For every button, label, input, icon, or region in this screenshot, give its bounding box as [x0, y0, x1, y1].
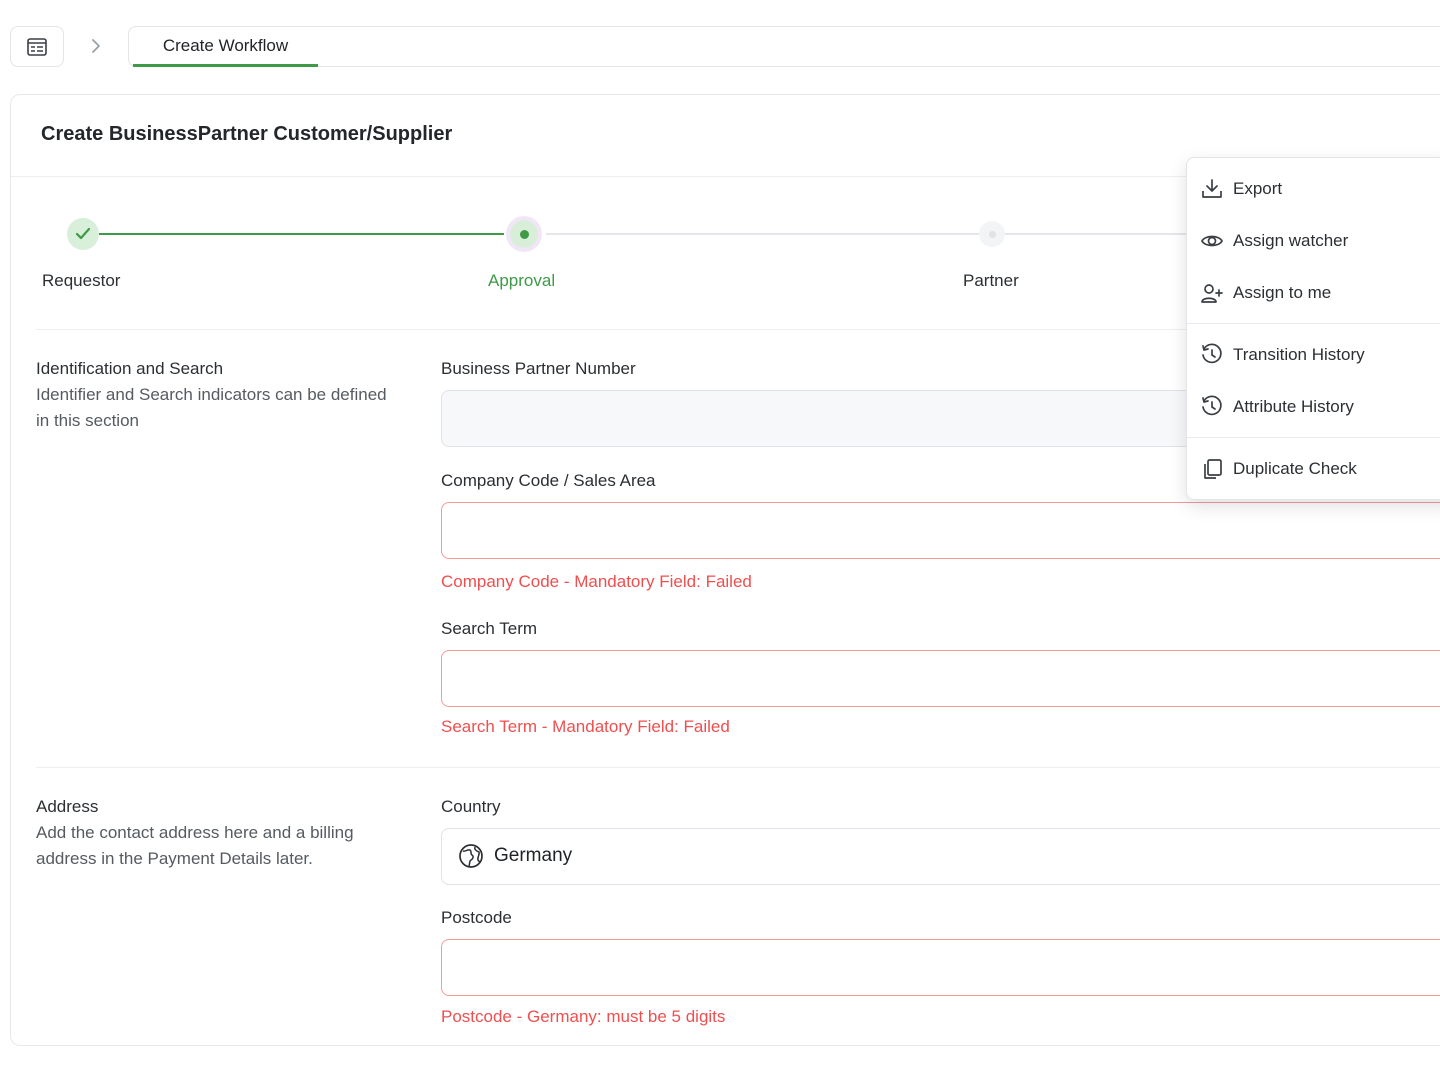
- postcode-error: Postcode - Germany: must be 5 digits: [441, 1007, 726, 1026]
- step-label-partner: Partner: [963, 271, 1019, 290]
- pending-dot: [988, 230, 996, 238]
- section-description-address: Add the contact address here and a billi…: [36, 823, 354, 868]
- search-term-input[interactable]: [441, 650, 1440, 707]
- history-icon: [1199, 394, 1225, 420]
- chevron-right-icon: [86, 34, 106, 58]
- menu-item-export[interactable]: Export: [1187, 169, 1440, 209]
- workflow-list-button[interactable]: [10, 26, 64, 67]
- step-label-approval: Approval: [488, 271, 556, 290]
- copy-icon: [1199, 456, 1225, 482]
- country-label: Country: [441, 797, 501, 816]
- globe-icon: [459, 844, 483, 868]
- search-term-label: Search Term: [441, 619, 538, 638]
- postcode-input[interactable]: [441, 939, 1440, 996]
- section-description-identification: Identifier and Search indicators can be …: [36, 385, 387, 430]
- menu-item-label: Export: [1233, 179, 1283, 198]
- country-select[interactable]: Germany: [441, 828, 1440, 885]
- stepper-line-complete: [99, 233, 504, 235]
- search-term-error: Search Term - Mandatory Field: Failed: [441, 717, 730, 736]
- menu-item-assign-watcher[interactable]: Assign watcher: [1187, 221, 1440, 261]
- user-plus-icon: [1199, 280, 1225, 306]
- menu-item-label: Duplicate Check: [1233, 459, 1357, 478]
- active-dot: [519, 229, 529, 239]
- section-title-identification: Identification and Search: [36, 359, 224, 378]
- menu-item-label: Assign to me: [1233, 283, 1332, 302]
- menu-item-transition-history[interactable]: Transition History: [1187, 335, 1440, 375]
- tab-create-workflow[interactable]: Create Workflow: [133, 27, 318, 67]
- eye-icon: [1199, 228, 1225, 254]
- company-code-error: Company Code - Mandatory Field: Failed: [441, 572, 752, 591]
- divider: [36, 767, 1440, 768]
- step-requestor-marker[interactable]: [67, 218, 99, 250]
- section-title-address: Address: [36, 797, 99, 816]
- check-icon: [75, 227, 91, 240]
- company-code-label: Company Code / Sales Area: [441, 471, 656, 490]
- menu-divider: [1187, 437, 1440, 438]
- list-window-icon: [27, 37, 47, 56]
- menu-item-label: Attribute History: [1233, 397, 1354, 416]
- postcode-label: Postcode: [441, 908, 512, 927]
- download-icon: [1199, 176, 1225, 202]
- history-icon: [1199, 342, 1225, 368]
- menu-divider: [1187, 323, 1440, 324]
- step-partner-marker[interactable]: [979, 221, 1005, 247]
- actions-menu: Export Assign watcher Assign to me Trans…: [1186, 157, 1440, 500]
- menu-item-assign-to-me[interactable]: Assign to me: [1187, 273, 1440, 313]
- step-approval-marker[interactable]: [506, 216, 542, 252]
- country-value: Germany: [494, 845, 573, 866]
- step-label-requestor: Requestor: [42, 271, 121, 290]
- company-code-input[interactable]: [441, 502, 1440, 559]
- menu-item-duplicate-check[interactable]: Duplicate Check: [1187, 449, 1440, 489]
- menu-item-label: Assign watcher: [1233, 231, 1349, 250]
- top-bar: Create Workflow: [0, 0, 1440, 80]
- menu-item-attribute-history[interactable]: Attribute History: [1187, 387, 1440, 427]
- menu-item-label: Transition History: [1233, 345, 1365, 364]
- tab-bar: Create Workflow: [128, 26, 1440, 67]
- bp-number-label: Business Partner Number: [441, 359, 636, 378]
- page-title: Create BusinessPartner Customer/Supplier: [41, 123, 453, 145]
